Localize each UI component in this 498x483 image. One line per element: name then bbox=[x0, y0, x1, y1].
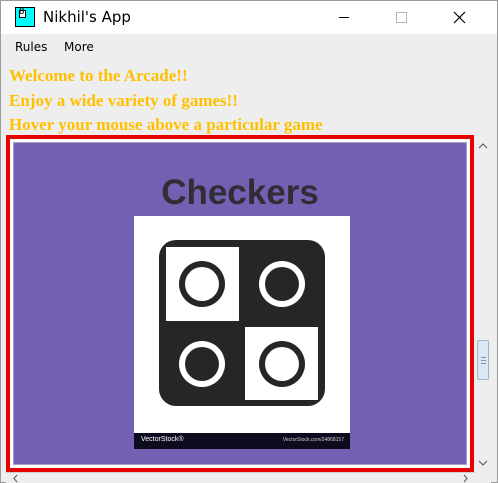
app-window: 8 Nikhil's App Rules More Welcome to the… bbox=[0, 0, 498, 483]
watermark-brand: VectorStock® bbox=[141, 436, 184, 443]
horizontal-scrollbar[interactable] bbox=[6, 472, 475, 483]
vertical-scrollbar[interactable] bbox=[475, 135, 491, 472]
menu-bar: Rules More bbox=[1, 36, 497, 59]
menu-rules[interactable]: Rules bbox=[15, 40, 47, 54]
app-icon-label: 8 bbox=[19, 7, 25, 17]
vertical-scroll-thumb[interactable] bbox=[477, 340, 489, 380]
maximize-button[interactable] bbox=[378, 1, 424, 34]
welcome-message: Welcome to the Arcade!! bbox=[9, 66, 188, 85]
maximize-icon bbox=[396, 12, 407, 23]
hover-instruction: Hover your mouse above a particular game bbox=[9, 115, 323, 134]
close-button[interactable] bbox=[435, 1, 481, 34]
scroll-up-arrow-icon[interactable] bbox=[475, 139, 491, 153]
scroll-right-arrow-icon[interactable] bbox=[459, 473, 471, 483]
scroll-left-arrow-icon[interactable] bbox=[10, 473, 22, 483]
scrollbar-corner bbox=[475, 472, 491, 483]
game-card-highlight[interactable]: Checkers VectorStock® VectorStock.com/24… bbox=[6, 135, 474, 472]
game-title: Checkers bbox=[161, 173, 319, 212]
scroll-down-arrow-icon[interactable] bbox=[475, 456, 491, 470]
window-title: Nikhil's App bbox=[43, 8, 131, 26]
title-bar[interactable]: 8 Nikhil's App bbox=[1, 1, 497, 34]
game-image[interactable]: VectorStock® VectorStock.com/24868157 bbox=[134, 216, 350, 449]
game-card[interactable]: Checkers VectorStock® VectorStock.com/24… bbox=[13, 142, 467, 465]
minimize-icon bbox=[339, 17, 349, 18]
menu-more[interactable]: More bbox=[64, 40, 94, 54]
watermark-id: VectorStock.com/24868157 bbox=[282, 437, 344, 443]
checkers-board-icon bbox=[159, 240, 325, 406]
image-watermark-bar: VectorStock® VectorStock.com/24868157 bbox=[134, 433, 350, 449]
minimize-button[interactable] bbox=[321, 1, 367, 34]
app-icon: 8 bbox=[15, 7, 35, 27]
variety-message: Enjoy a wide variety of games!! bbox=[9, 91, 238, 110]
close-icon bbox=[453, 11, 466, 24]
